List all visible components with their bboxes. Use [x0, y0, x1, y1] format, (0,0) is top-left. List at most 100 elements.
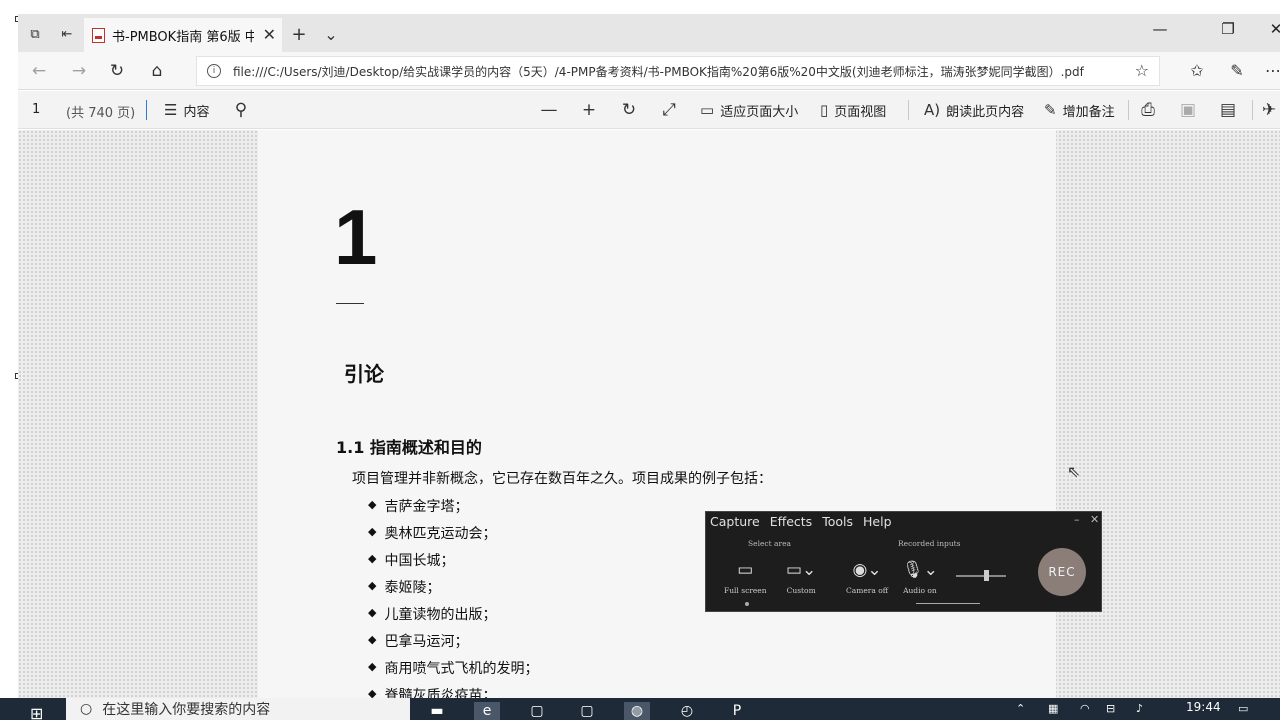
chapter-rule [336, 303, 364, 304]
tab-manager-icon[interactable]: ⧉ [24, 23, 46, 45]
info-icon[interactable]: i [207, 64, 221, 78]
divider [1252, 100, 1253, 120]
url-field[interactable]: i file:///C:/Users/刘迪/Desktop/给实战课学员的内容（… [196, 56, 1160, 86]
taskbar-search-box[interactable]: ○ 在这里输入你要搜索的内容 [66, 698, 410, 720]
address-bar: ← → ↻ ⌂ i file:///C:/Users/刘迪/Desktop/给实… [18, 52, 1280, 90]
read-aloud-button[interactable]: A) 朗读此页内容 [924, 99, 1024, 121]
pen-icon: ✎ [1044, 101, 1057, 119]
recorder-close-button[interactable]: ✕ [1090, 513, 1099, 526]
mouse-cursor-icon: ⇖ [1067, 462, 1081, 481]
page-number-input[interactable]: 1 [32, 102, 40, 117]
tray-app-icon[interactable]: ▦ [1048, 702, 1058, 715]
menu-capture[interactable]: Capture [710, 514, 760, 529]
more-icon[interactable]: ⋯ [1262, 61, 1280, 80]
diamond-bullet-icon: ◆ [368, 525, 377, 538]
minimize-button[interactable]: — [1146, 20, 1174, 38]
intro-paragraph: 项目管理并非新概念，它已存在数百年之久。项目成果的例子包括： [352, 471, 772, 487]
file-explorer-icon[interactable]: ▬ [424, 702, 450, 720]
diamond-bullet-icon: ◆ [368, 498, 377, 511]
menu-effects[interactable]: Effects [770, 514, 813, 529]
chapter-number: 1 [334, 193, 377, 281]
diamond-bullet-icon: ◆ [368, 579, 377, 592]
forward-arrow-icon[interactable]: → [66, 58, 92, 84]
select-area-label: Select area [748, 539, 791, 548]
new-tab-button[interactable]: + [288, 23, 310, 45]
list-item: ◆ 中国长城； [368, 552, 455, 569]
zoom-out-icon[interactable]: — [538, 99, 560, 121]
list-item: ◆ 吉萨金字塔； [368, 498, 469, 515]
rotate-icon[interactable]: ↻ [618, 99, 640, 121]
tab-close-icon[interactable]: ✕ [263, 25, 276, 44]
fullscreen-icon[interactable]: ⤢ [658, 99, 680, 121]
recorded-inputs-label: Recorded inputs [898, 539, 961, 548]
record-button[interactable]: REC [1038, 548, 1086, 596]
divider [1128, 100, 1129, 120]
chapter-title: 引论 [344, 362, 384, 386]
divider [908, 100, 909, 120]
fit-page-label: 适应页面大小 [720, 104, 799, 120]
page-view-button[interactable]: ▯ 页面视图 [820, 99, 886, 121]
pen-icon[interactable]: ✎ [1226, 61, 1248, 80]
audio-toggle-button[interactable]: 🎙⌄ Audio on [902, 560, 938, 595]
pin-icon[interactable]: ✈ [1258, 99, 1280, 121]
read-aloud-label: 朗读此页内容 [946, 104, 1025, 120]
read-aloud-icon: A) [924, 101, 941, 119]
favorite-star-icon[interactable]: ☆ [1135, 61, 1149, 80]
contents-label: 内容 [183, 104, 210, 120]
save-icon[interactable]: ▣ [1177, 99, 1199, 121]
list-item: ◆ 泰姬陵； [368, 579, 441, 596]
edge-browser-icon[interactable]: e [474, 702, 500, 720]
zoom-in-icon[interactable]: + [578, 99, 600, 121]
fit-page-icon: ▭ [700, 101, 715, 119]
home-icon[interactable]: ⌂ [144, 58, 170, 84]
page-view-icon: ▯ [820, 101, 829, 119]
search-icon[interactable]: ⚲ [230, 99, 252, 121]
list-item: ◆ 奥林匹克运动会； [368, 525, 497, 542]
pdf-file-icon [92, 27, 105, 43]
list-icon: ☰ [164, 101, 178, 119]
diamond-bullet-icon: ◆ [368, 633, 377, 646]
network-icon[interactable]: ⊟ [1106, 702, 1115, 715]
tab-dropdown-icon[interactable]: ⌄ [320, 23, 342, 45]
powerpoint-icon[interactable]: P [724, 702, 750, 720]
webcam-icon: ◉⌄ [852, 560, 882, 580]
tray-expand-icon[interactable]: ⌃ [1016, 702, 1025, 715]
set-tabs-aside-icon[interactable]: ⇤ [56, 23, 78, 45]
window-left-edge [0, 0, 18, 698]
diamond-bullet-icon: ◆ [368, 552, 377, 565]
favorites-icon[interactable]: ✩ [1186, 61, 1208, 80]
wechat-icon[interactable]: ◍ [624, 702, 650, 720]
tab-active[interactable]: 书-PMBOK指南 第6版 中 ✕ [84, 18, 282, 52]
camera-toggle-button[interactable]: ◉⌄ Camera off [846, 560, 888, 595]
wifi-icon[interactable]: ◠ [1080, 702, 1090, 715]
app-icon[interactable]: ▢ [524, 702, 550, 720]
fit-page-button[interactable]: ▭ 适应页面大小 [700, 99, 798, 121]
back-arrow-icon[interactable]: ← [26, 58, 52, 84]
refresh-icon[interactable]: ↻ [104, 58, 130, 84]
menu-help[interactable]: Help [863, 514, 892, 529]
windows-start-icon[interactable]: ⊞ [30, 704, 43, 720]
recorder-app-icon[interactable]: ◴ [674, 702, 700, 720]
contents-button[interactable]: ☰ 内容 [164, 99, 209, 121]
custom-area-button[interactable]: ▭⌄ Custom [786, 560, 816, 595]
save-as-icon[interactable]: ▤ [1217, 99, 1239, 121]
app-icon[interactable]: ▢ [574, 702, 600, 720]
volume-slider[interactable] [956, 575, 1006, 577]
volume-slider-knob[interactable] [984, 570, 989, 581]
tab-title: 书-PMBOK指南 第6版 中 [112, 29, 254, 45]
full-screen-button[interactable]: ▭ Full screen [724, 560, 767, 595]
clock[interactable]: 19:44 [1186, 700, 1221, 714]
close-window-button[interactable]: ✕ [1262, 20, 1280, 38]
pdf-viewer[interactable]: 1 引论 1.1 指南概述和目的 项目管理并非新概念，它已存在数百年之久。项目成… [18, 130, 1280, 704]
print-icon[interactable]: ⎙ [1137, 99, 1159, 121]
notification-icon[interactable]: ▭ [1238, 702, 1248, 715]
full-screen-label: Full screen [724, 586, 767, 595]
recorder-minimize-button[interactable]: – [1074, 513, 1080, 526]
restore-button[interactable]: ❐ [1214, 20, 1242, 38]
add-notes-button[interactable]: ✎ 增加备注 [1044, 99, 1115, 121]
camera-label: Camera off [846, 586, 889, 595]
bullet-list: ◆ 吉萨金字塔； ◆ 奥林匹克运动会； ◆ 中国长城； ◆ 泰姬陵； ◆ 儿童读物的出版；… [368, 496, 538, 712]
list-item: ◆ 儿童读物的出版； [368, 606, 497, 623]
menu-tools[interactable]: Tools [822, 514, 853, 529]
speaker-icon[interactable]: ♪ [1136, 702, 1143, 715]
